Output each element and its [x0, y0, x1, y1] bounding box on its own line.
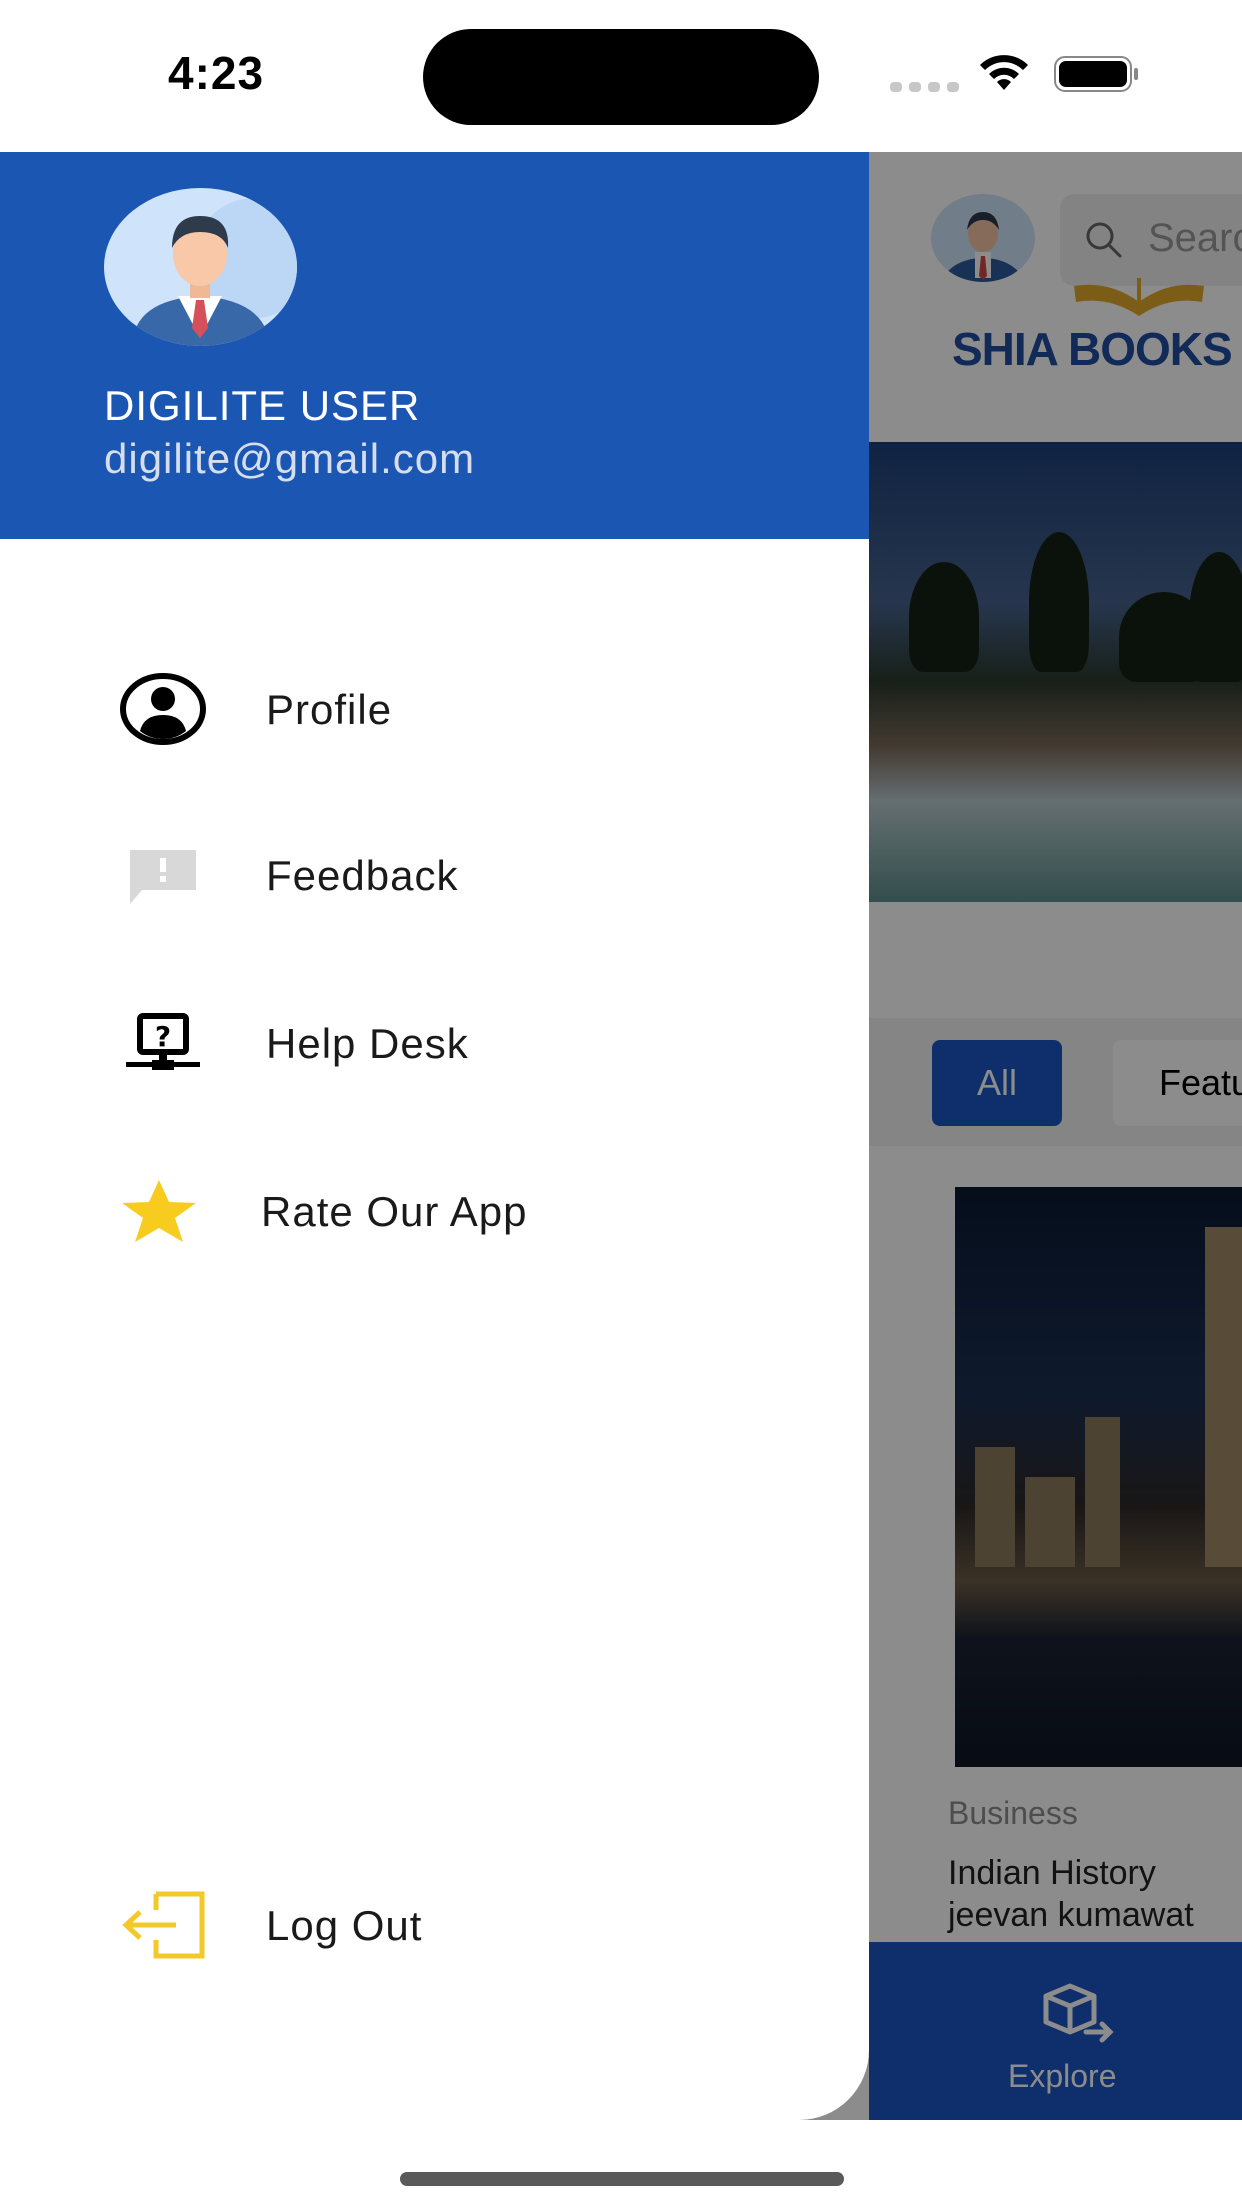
user-email: digilite@gmail.com — [104, 435, 476, 482]
help-desk-icon: ? — [116, 996, 210, 1090]
profile-icon — [116, 662, 210, 756]
navigation-drawer: DIGILITE USER digilite@gmail.com Profile… — [0, 152, 869, 2120]
menu-label-rate-app: Rate Our App — [261, 1188, 528, 1235]
svg-text:?: ? — [155, 1020, 171, 1053]
wifi-icon — [980, 55, 1028, 90]
menu-label-profile: Profile — [266, 686, 393, 733]
cellular-signal-icon — [890, 82, 959, 92]
menu-item-feedback[interactable]: Feedback — [0, 828, 869, 968]
logout-label: Log Out — [266, 1902, 423, 1949]
dynamic-island — [423, 29, 819, 125]
status-bar: 4:23 — [0, 0, 1242, 152]
feedback-icon — [116, 828, 210, 922]
logout-button[interactable]: Log Out — [0, 1878, 869, 2018]
home-indicator[interactable] — [400, 2172, 844, 2186]
star-icon — [112, 1164, 206, 1258]
battery-icon — [1054, 56, 1138, 92]
menu-item-profile[interactable]: Profile — [0, 662, 869, 802]
menu-label-feedback: Feedback — [266, 852, 459, 899]
drawer-header: DIGILITE USER digilite@gmail.com — [0, 152, 869, 539]
logout-icon — [116, 1878, 210, 1972]
user-avatar[interactable] — [104, 188, 297, 346]
menu-label-help-desk: Help Desk — [266, 1020, 469, 1067]
user-name: DIGILITE USER — [104, 382, 421, 429]
menu-item-help-desk[interactable]: ? Help Desk — [0, 996, 869, 1136]
status-time: 4:23 — [168, 47, 265, 99]
menu-item-rate-app[interactable]: Rate Our App — [0, 1164, 869, 1304]
